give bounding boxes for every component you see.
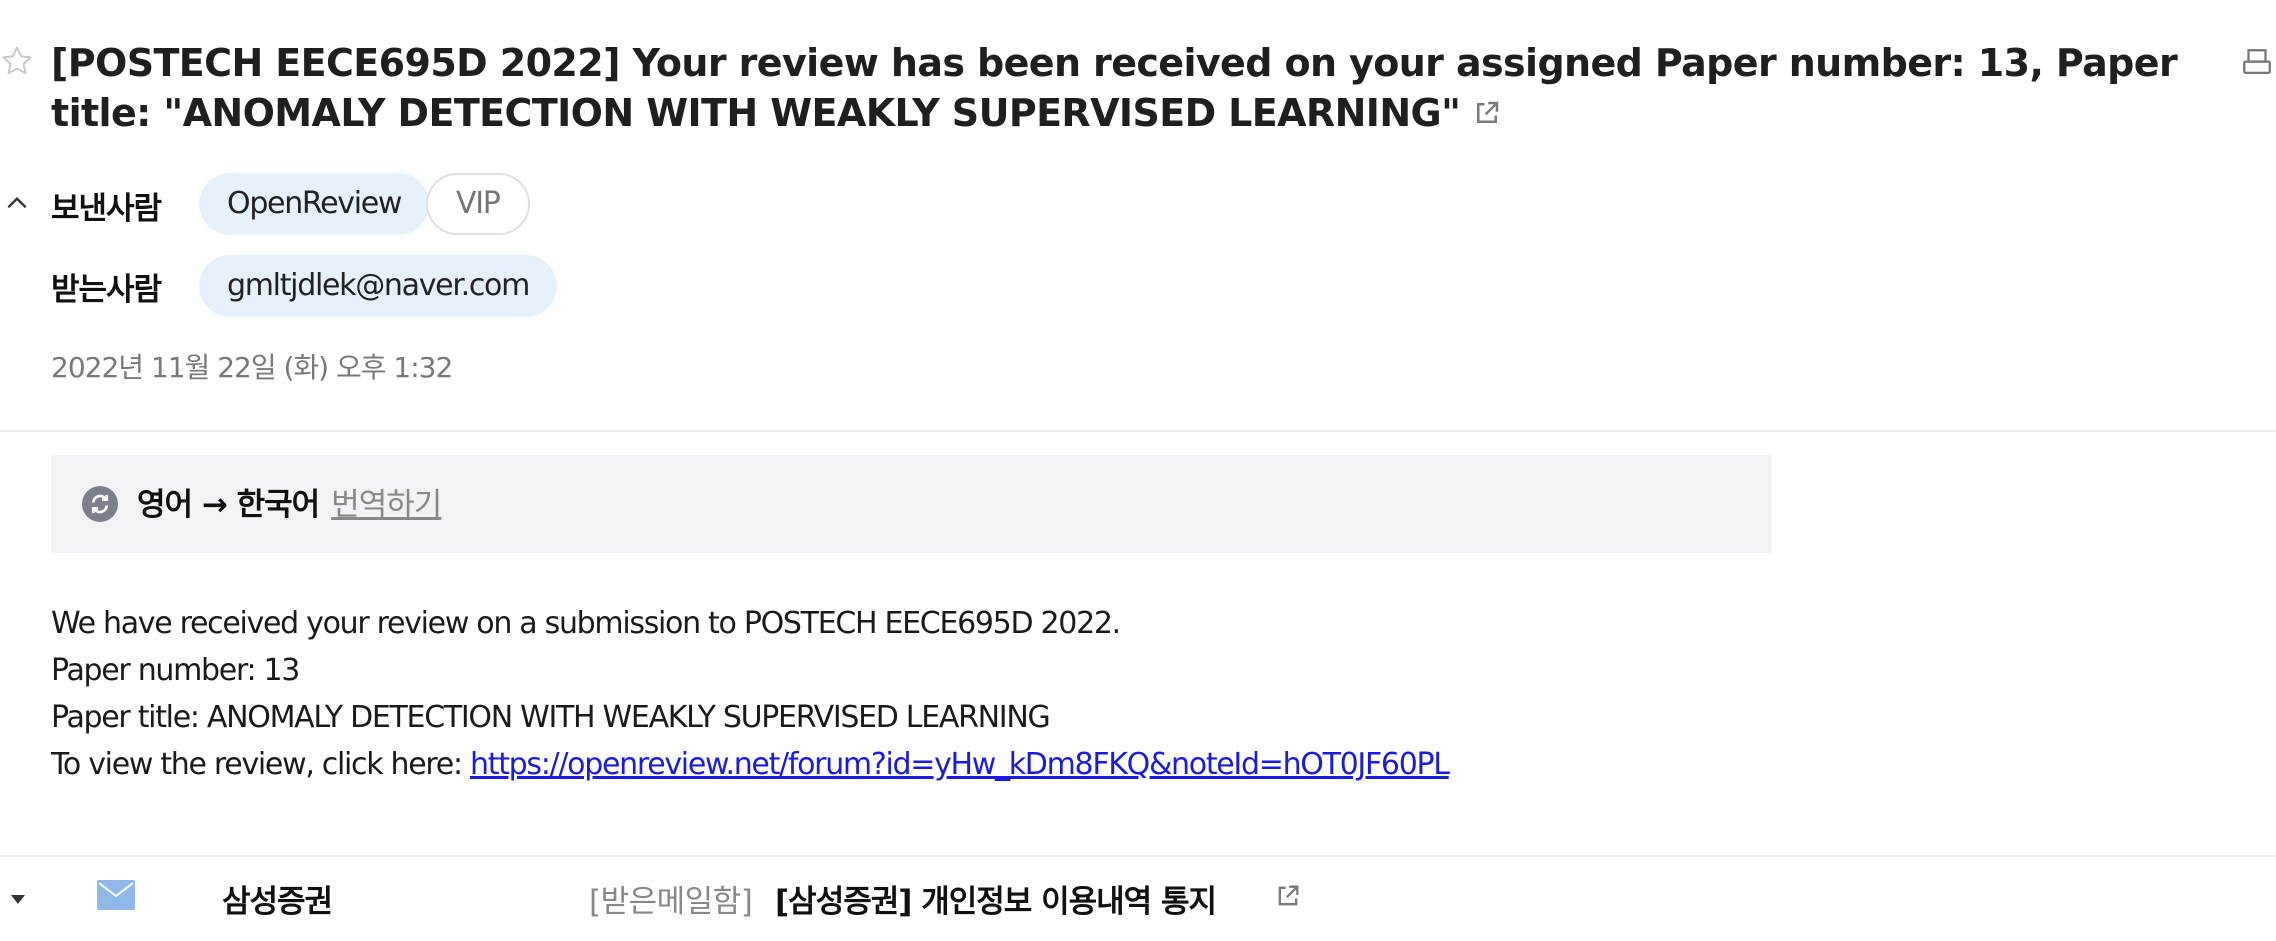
triangle-down-icon[interactable]: [8, 892, 28, 906]
vip-chip[interactable]: VIP: [426, 173, 530, 235]
header-divider: [0, 430, 2276, 432]
sender-label: 보낸사람: [51, 191, 162, 227]
next-mail-folder: [받은메일함]: [589, 884, 753, 920]
body-line: To view the review, click here: https://…: [51, 741, 1450, 788]
mail-body: We have received your review on a submis…: [51, 600, 1450, 788]
body-divider: [0, 855, 2276, 857]
recipient-label: 받는사람: [51, 272, 162, 308]
translate-icon: [82, 486, 118, 522]
recipient-chip[interactable]: gmltjdlek@naver.com: [199, 255, 558, 317]
external-link-icon[interactable]: [1274, 882, 1302, 910]
translate-languages: 영어 → 한국어: [137, 487, 320, 523]
star-icon[interactable]: [0, 44, 34, 78]
review-link[interactable]: https://openreview.net/forum?id=yHw_kDm8…: [470, 747, 1450, 782]
body-line: Paper title: ANOMALY DETECTION WITH WEAK…: [51, 700, 1051, 735]
translate-link[interactable]: 번역하기: [331, 487, 442, 523]
external-link-icon[interactable]: [1472, 98, 1502, 128]
print-icon[interactable]: [2240, 46, 2274, 80]
body-link-prefix: To view the review, click here:: [51, 747, 471, 782]
sender-chip[interactable]: OpenReview: [199, 173, 430, 235]
mail-icon: [97, 880, 135, 910]
chevron-up-icon[interactable]: [4, 190, 30, 216]
mail-date: 2022년 11월 22일 (화) 오후 1:32: [51, 351, 453, 384]
next-mail-subject[interactable]: [삼성증권] 개인정보 이용내역 통지: [775, 876, 1217, 921]
mail-subject-text: [POSTECH EECE695D 2022] Your review has …: [51, 41, 2178, 135]
next-mail-row[interactable]: 삼성증권 [받은메일함] [삼성증권] 개인정보 이용내역 통지: [0, 858, 2276, 941]
body-line: We have received your review on a submis…: [51, 606, 1121, 641]
translate-text: 영어 → 한국어 번역하기: [137, 479, 442, 524]
mail-subject: [POSTECH EECE695D 2022] Your review has …: [51, 38, 2231, 138]
body-line: Paper number: 13: [51, 653, 300, 688]
translate-bar: 영어 → 한국어 번역하기: [51, 455, 1771, 553]
next-mail-sender: 삼성증권: [222, 884, 333, 920]
